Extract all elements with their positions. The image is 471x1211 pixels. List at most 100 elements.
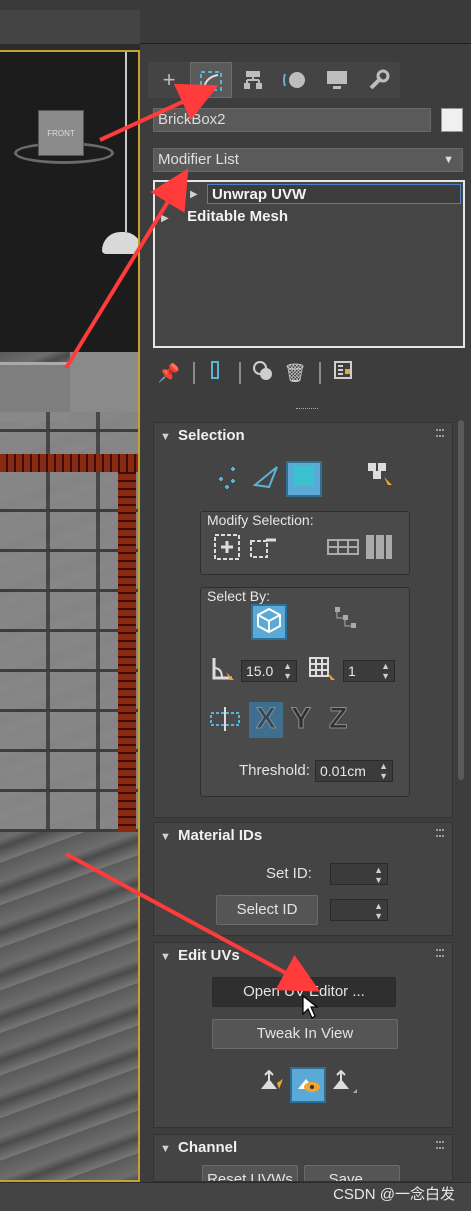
viewcube[interactable]: FRONT: [38, 110, 84, 156]
object-color-swatch[interactable]: [441, 108, 463, 132]
modifier-list-dropdown[interactable]: Modifier List ▼: [153, 148, 463, 172]
spinner-arrows-icon[interactable]: ▲ ▼: [374, 901, 383, 921]
select-element-icon[interactable]: [362, 459, 398, 495]
chevron-down-icon: ▼: [443, 154, 454, 166]
collapse-icon: ▼: [160, 951, 171, 963]
planar-threshold-icon[interactable]: [207, 704, 243, 740]
count-spinner[interactable]: 1 ▲ ▼: [343, 660, 395, 682]
command-panel-tabs: +: [148, 62, 400, 98]
shrink-selection-icon[interactable]: [245, 532, 281, 568]
stack-item-editable-mesh[interactable]: ▶ Editable Mesh: [161, 207, 288, 227]
edge-mode-icon[interactable]: [248, 461, 284, 497]
channel-rollout: ▼ Channel Reset UVWs Save...: [153, 1134, 453, 1182]
mouse-cursor-icon: [302, 994, 319, 1019]
select-by-angle-icon[interactable]: [205, 654, 241, 690]
rollout-title: Channel: [178, 1139, 238, 1156]
show-end-result-icon[interactable]: [203, 360, 227, 386]
display-icon[interactable]: [316, 62, 358, 98]
stack-item-label: Unwrap UVW: [212, 186, 307, 203]
perspective-viewport[interactable]: FRONT: [0, 50, 140, 1182]
select-by-element-icon[interactable]: [251, 604, 287, 640]
select-id-button[interactable]: Select ID: [216, 895, 318, 925]
peel-quick-icon[interactable]: [254, 1067, 290, 1103]
spinner-arrows-icon[interactable]: ▲ ▼: [379, 761, 388, 781]
stack-toolbar: 📌 🗑: [153, 358, 463, 388]
utilities-icon[interactable]: [358, 62, 400, 98]
spinner-arrows-icon[interactable]: ▲ ▼: [381, 661, 390, 681]
peel-options-icon[interactable]: [326, 1067, 362, 1103]
separator: [239, 362, 241, 384]
peel-show-seams-icon[interactable]: [290, 1067, 326, 1103]
object-name-field[interactable]: BrickBox2: [153, 108, 431, 132]
brick-trim: [0, 454, 138, 472]
select-by-group: Select By: 15.0 ▲ ▼ 1 ▲ ▼ X Y Z Threshold:: [200, 587, 410, 797]
threshold-value: 0.01cm: [320, 763, 366, 779]
rollout-title: Selection: [178, 427, 245, 444]
grip-icon[interactable]: [436, 1141, 444, 1149]
lamp-shade: [102, 232, 138, 254]
axis-z-button[interactable]: Z: [328, 702, 347, 736]
eye-icon[interactable]: [169, 187, 185, 199]
configure-modifier-sets-icon[interactable]: [331, 360, 355, 386]
make-unique-icon[interactable]: [251, 360, 275, 386]
set-id-label: Set ID:: [266, 865, 312, 882]
brick-trim: [118, 472, 136, 832]
axis-x-button[interactable]: X: [249, 702, 283, 738]
selection-rollout: ▼ Selection Modify Selection: Select By:: [153, 422, 453, 818]
grip-icon[interactable]: [436, 829, 444, 837]
stack-item-label: Editable Mesh: [187, 208, 289, 225]
grip-icon[interactable]: [436, 949, 444, 957]
tweak-in-view-button[interactable]: Tweak In View: [212, 1019, 398, 1049]
select-by-hierarchy-icon[interactable]: [327, 604, 363, 640]
separator: [319, 362, 321, 384]
set-id-spinner[interactable]: ▲ ▼: [330, 863, 388, 885]
expand-triangle-icon[interactable]: ▶: [161, 209, 175, 229]
rollout-title: Material IDs: [178, 827, 263, 844]
ring-selection-icon[interactable]: [361, 532, 397, 568]
panel-splitter[interactable]: [296, 408, 318, 412]
viewport-pillar: [70, 352, 138, 412]
modify-selection-group: Modify Selection:: [200, 511, 410, 575]
select-id-spinner[interactable]: ▲ ▼: [330, 899, 388, 921]
vertex-mode-icon[interactable]: [210, 461, 246, 497]
modifier-stack: ▶ Unwrap UVW ▶ Editable Mesh: [153, 180, 465, 348]
stack-item-unwrap-uvw[interactable]: ▶ Unwrap UVW: [190, 184, 461, 204]
collapse-icon: ▼: [160, 431, 171, 443]
angle-spinner[interactable]: 15.0 ▲ ▼: [241, 660, 297, 682]
group-title: Select By:: [207, 588, 271, 604]
rollout-title: Edit UVs: [178, 947, 240, 964]
save-uvs-button[interactable]: Save...: [304, 1165, 400, 1181]
grip-icon[interactable]: [436, 429, 444, 437]
viewport-background: [0, 52, 138, 352]
separator: [193, 362, 195, 384]
motion-icon[interactable]: [274, 62, 316, 98]
collapse-icon: ▼: [160, 831, 171, 843]
material-ids-rollout-header[interactable]: ▼ Material IDs: [154, 823, 452, 849]
create-icon[interactable]: +: [148, 62, 190, 98]
spinner-arrows-icon[interactable]: ▲ ▼: [283, 661, 292, 681]
threshold-spinner[interactable]: 0.01cm ▲ ▼: [315, 760, 393, 782]
axis-y-button[interactable]: Y: [290, 702, 311, 736]
threshold-label: Threshold:: [239, 762, 310, 779]
hierarchy-icon[interactable]: [232, 62, 274, 98]
collapse-icon: ▼: [160, 1143, 171, 1155]
loop-selection-icon[interactable]: [325, 532, 361, 568]
edit-uvs-rollout-header[interactable]: ▼ Edit UVs: [154, 943, 452, 969]
reset-uvws-button[interactable]: Reset UVWs: [202, 1165, 298, 1181]
pin-stack-icon[interactable]: 📌: [157, 360, 181, 386]
modifier-list-label: Modifier List: [158, 151, 239, 168]
count-value: 1: [348, 663, 356, 679]
modify-icon[interactable]: [190, 62, 232, 98]
grow-selection-icon[interactable]: [209, 532, 245, 568]
selection-rollout-header[interactable]: ▼ Selection: [154, 423, 452, 449]
panel-scrollbar[interactable]: [458, 420, 464, 780]
spinner-arrows-icon[interactable]: ▲ ▼: [374, 865, 383, 885]
expand-triangle-icon[interactable]: ▶: [190, 185, 204, 205]
select-by-count-icon[interactable]: [305, 654, 341, 690]
remove-modifier-icon[interactable]: 🗑: [283, 360, 307, 386]
top-toolbar: [0, 0, 471, 44]
face-mode-icon[interactable]: [286, 461, 322, 497]
viewport-tab-strip: [0, 10, 140, 44]
channel-rollout-header[interactable]: ▼ Channel: [154, 1135, 452, 1161]
lamp-cord: [125, 52, 127, 232]
